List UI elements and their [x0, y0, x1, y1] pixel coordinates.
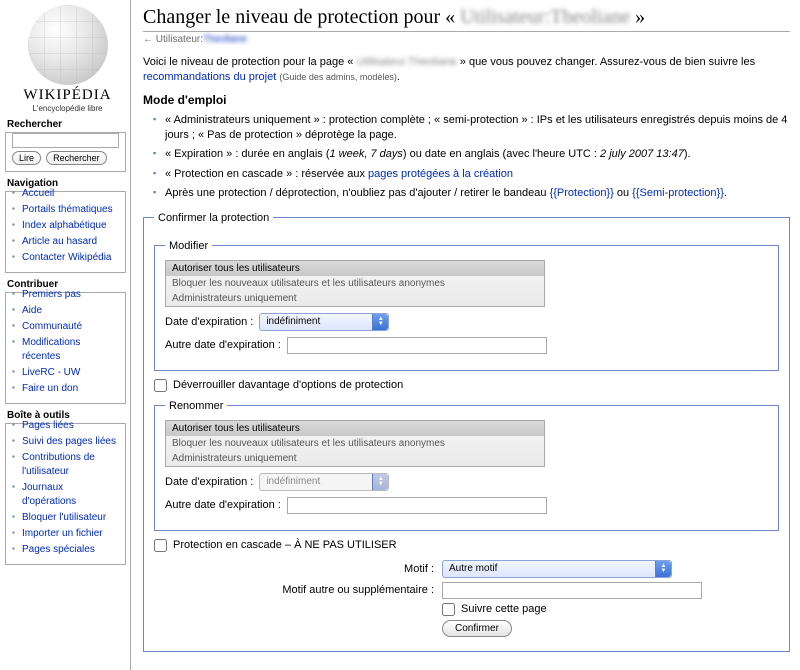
- nav-item[interactable]: LiveRC - UW: [22, 367, 80, 378]
- rename-expiry-select: indéfiniment ▲▼: [259, 473, 389, 491]
- option-selected[interactable]: Autoriser tous les utilisateurs: [166, 421, 544, 436]
- toolbox-portlet: Pages liées Suivi des pages liées Contri…: [5, 423, 126, 565]
- nav-item[interactable]: Communauté: [22, 321, 82, 332]
- contrib-portlet: Premiers pas Aide Communauté Modificatio…: [5, 292, 126, 404]
- modify-other-expiry-input[interactable]: [287, 337, 547, 354]
- rename-other-expiry-label: Autre date d'expiration :: [165, 499, 281, 511]
- nav-item[interactable]: Premiers pas: [22, 289, 81, 300]
- search-portlet: Rechercher Lire Rechercher: [5, 119, 130, 172]
- logo[interactable]: WIKIPÉDIA L'encyclopédie libre: [5, 5, 130, 113]
- nav-item[interactable]: Portails thématiques: [22, 204, 113, 215]
- template-link[interactable]: {{Protection}}: [550, 187, 614, 199]
- instruction-item: « Protection en cascade » : réservée aux…: [153, 165, 790, 184]
- go-button[interactable]: Lire: [12, 151, 41, 165]
- confirm-button[interactable]: Confirmer: [442, 620, 512, 637]
- nav-item[interactable]: Pages spéciales: [22, 544, 95, 555]
- instructions-list: « Administrateurs uniquement » : protect…: [143, 111, 790, 204]
- nav-item[interactable]: Article au hasard: [22, 236, 97, 247]
- logo-globe-icon: [28, 5, 108, 85]
- chevron-updown-icon: ▲▼: [372, 314, 388, 330]
- watch-label: Suivre cette page: [461, 603, 547, 615]
- outer-legend: Confirmer la protection: [154, 212, 273, 224]
- page-title: Changer le niveau de protection pour « U…: [143, 6, 790, 32]
- option[interactable]: Administrateurs uniquement: [166, 291, 544, 306]
- unlock-label: Déverrouiller davantage d'options de pro…: [173, 379, 403, 391]
- reason-label: Motif :: [234, 563, 434, 575]
- rename-expiry-label: Date d'expiration :: [165, 476, 253, 488]
- template-link[interactable]: {{Semi-protection}}: [632, 187, 724, 199]
- nav-item[interactable]: Importer un fichier: [22, 528, 103, 539]
- instruction-item: « Administrateurs uniquement » : protect…: [153, 111, 790, 146]
- logo-text: WIKIPÉDIA: [5, 87, 130, 104]
- nav-item[interactable]: Index alphabétique: [22, 220, 107, 231]
- nav-item[interactable]: Suivi des pages liées: [22, 436, 116, 447]
- modify-legend: Modifier: [165, 240, 212, 252]
- option[interactable]: Administrateurs uniquement: [166, 451, 544, 466]
- search-button[interactable]: Rechercher: [46, 151, 107, 165]
- modify-fieldset: Modifier Autoriser tous les utilisateurs…: [154, 240, 779, 371]
- search-input[interactable]: [12, 133, 119, 148]
- nav-item[interactable]: Contributions de l'utilisateur: [22, 452, 95, 477]
- nav-item[interactable]: Bloquer l'utilisateur: [22, 512, 106, 523]
- rename-fieldset: Renommer Autoriser tous les utilisateurs…: [154, 400, 779, 531]
- modify-level-select[interactable]: Autoriser tous les utilisateurs Bloquer …: [165, 260, 545, 307]
- other-reason-label: Motif autre ou supplémentaire :: [234, 584, 434, 596]
- nav-portlet: Accueil Portails thématiques Index alpha…: [5, 191, 126, 273]
- nav-item[interactable]: Accueil: [22, 188, 54, 199]
- logo-tagline: L'encyclopédie libre: [5, 104, 130, 113]
- mode-heading: Mode d'emploi: [143, 93, 790, 107]
- chevron-updown-icon: ▲▼: [655, 561, 671, 577]
- nav-item[interactable]: Pages liées: [22, 420, 74, 431]
- nav-item[interactable]: Contacter Wikipédia: [22, 252, 111, 263]
- nav-item[interactable]: Faire un don: [22, 383, 78, 394]
- subtitle-link[interactable]: Theoliane: [203, 34, 247, 45]
- sidebar: WIKIPÉDIA L'encyclopédie libre Recherche…: [0, 0, 130, 670]
- reason-select[interactable]: Autre motif ▲▼: [442, 560, 672, 578]
- instruction-item: « Expiration » : durée en anglais (1 wee…: [153, 145, 790, 164]
- chevron-updown-icon: ▲▼: [372, 474, 388, 490]
- cascade-label: Protection en cascade – À NE PAS UTILISE…: [173, 539, 397, 551]
- cascade-link[interactable]: pages protégées à la création: [368, 168, 513, 180]
- option[interactable]: Bloquer les nouveaux utilisateurs et les…: [166, 276, 544, 291]
- nav-item[interactable]: Journaux d'opérations: [22, 482, 76, 507]
- confirm-protection-fieldset: Confirmer la protection Modifier Autoris…: [143, 212, 790, 652]
- other-reason-input[interactable]: [442, 582, 702, 599]
- subtitle: ← Utilisateur:Theoliane: [143, 34, 790, 45]
- nav-item[interactable]: Aide: [22, 305, 42, 316]
- rename-other-expiry-input[interactable]: [287, 497, 547, 514]
- option-selected[interactable]: Autoriser tous les utilisateurs: [166, 261, 544, 276]
- rename-legend: Renommer: [165, 400, 227, 412]
- unlock-checkbox[interactable]: [154, 379, 167, 392]
- cascade-checkbox[interactable]: [154, 539, 167, 552]
- modify-other-expiry-label: Autre date d'expiration :: [165, 339, 281, 351]
- rename-level-select[interactable]: Autoriser tous les utilisateurs Bloquer …: [165, 420, 545, 467]
- content: Changer le niveau de protection pour « U…: [130, 0, 800, 670]
- recommendations-link[interactable]: recommandations du projet: [143, 71, 276, 83]
- nav-item[interactable]: Modifications récentes: [22, 337, 80, 362]
- intro-text: Voici le niveau de protection pour la pa…: [143, 55, 790, 85]
- modify-expiry-select[interactable]: indéfiniment ▲▼: [259, 313, 389, 331]
- option[interactable]: Bloquer les nouveaux utilisateurs et les…: [166, 436, 544, 451]
- modify-expiry-label: Date d'expiration :: [165, 316, 253, 328]
- instruction-item: Après une protection / déprotection, n'o…: [153, 184, 790, 203]
- watch-checkbox[interactable]: [442, 603, 455, 616]
